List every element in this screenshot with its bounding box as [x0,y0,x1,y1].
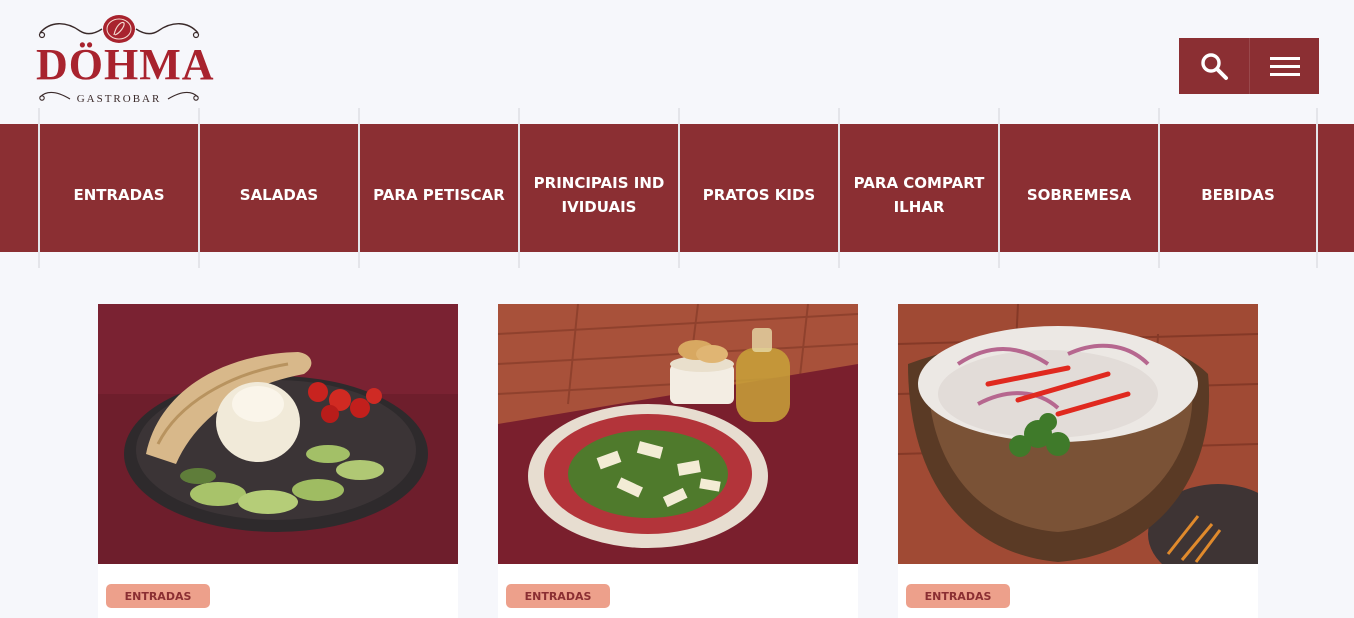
search-button[interactable] [1179,38,1249,94]
dish-photo [898,304,1258,564]
nav-item-saladas[interactable]: SALADAS [198,108,358,268]
logo-subtitle: GASTROBAR [76,93,162,105]
nav-item-pratos-kids[interactable]: PRATOS KIDS [678,108,838,268]
nav-item-para-petiscar[interactable]: PARA PETISCAR [358,108,518,268]
menu-card[interactable]: ENTRADAS [98,304,458,618]
dish-photo [98,304,458,564]
nav-item-label: PRINCIPAIS INDIVIDUAIS [533,174,665,216]
category-badge: ENTRADAS [506,584,610,608]
menu-card[interactable]: ENTRADAS [498,304,858,618]
nav-item-label: SOBREMESA [1026,186,1132,204]
dish-photo [498,304,858,564]
nav-item-label: PRATOS KIDS [702,186,816,204]
hamburger-menu-icon [1269,57,1300,76]
search-icon [1201,53,1228,80]
nav-item-bebidas[interactable]: BEBIDAS [1158,108,1318,268]
menu-card[interactable]: ENTRADAS [898,304,1258,618]
category-badge: ENTRADAS [906,584,1010,608]
menu-button[interactable] [1249,38,1319,94]
category-nav: ENTRADAS SALADAS PARA PETISCAR PRINCIPAI… [38,108,1318,268]
nav-item-entradas[interactable]: ENTRADAS [38,108,198,268]
nav-item-label: PARA PETISCAR [373,186,505,204]
header-actions [1179,38,1319,94]
category-badge: ENTRADAS [106,584,210,608]
nav-item-label: BEBIDAS [1201,186,1275,204]
logo-wordmark: DÖHMA [36,40,215,89]
brand-logo[interactable]: DÖHMA GASTROBAR [36,13,215,107]
nav-item-para-compartilhar[interactable]: PARA COMPARTILHAR [838,108,998,268]
nav-item-sobremesa[interactable]: SOBREMESA [998,108,1158,268]
nav-item-label: PARA COMPARTILHAR [853,174,985,216]
nav-item-label: SALADAS [239,186,319,204]
nav-item-label: ENTRADAS [73,186,165,204]
nav-item-principais-individuais[interactable]: PRINCIPAIS INDIVIDUAIS [518,108,678,268]
